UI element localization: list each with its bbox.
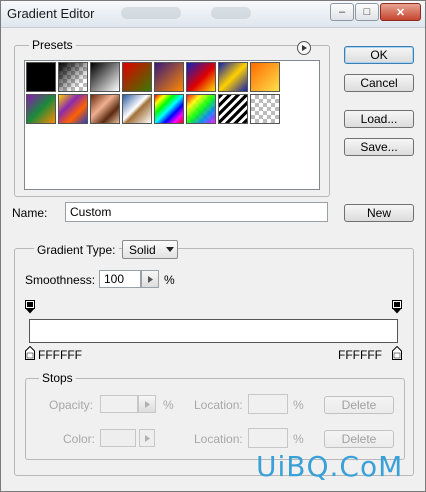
preset-swatch-black[interactable]: [26, 62, 56, 92]
minimize-button[interactable]: –: [330, 3, 354, 21]
minimize-icon: –: [338, 6, 346, 18]
color-stop-right[interactable]: [392, 346, 402, 360]
opacity-stop-right[interactable]: [392, 300, 402, 314]
color-stop-swatch[interactable]: [100, 429, 136, 447]
ok-button[interactable]: OK: [344, 46, 414, 64]
maximize-button[interactable]: □: [355, 3, 379, 21]
title-blur-decoration: [211, 7, 251, 19]
color-location-input[interactable]: [248, 428, 288, 448]
gradient-preview-bar[interactable]: [29, 319, 398, 343]
save-button[interactable]: Save...: [344, 138, 414, 156]
close-icon: ✕: [395, 6, 406, 19]
delete-color-stop-button[interactable]: Delete: [324, 430, 394, 448]
color-label: Color:: [63, 432, 96, 446]
preset-swatch-chrome[interactable]: [122, 94, 152, 124]
color-stop-left[interactable]: [25, 346, 35, 360]
presets-label: Presets: [29, 38, 76, 52]
preset-swatch-copper[interactable]: [90, 94, 120, 124]
stops-label: Stops: [39, 371, 76, 385]
opacity-location-label: Location:: [194, 398, 243, 412]
opacity-stop-left[interactable]: [25, 300, 35, 314]
triangle-right-icon: [144, 400, 150, 408]
color-stop-right-hex: FFFFFF: [338, 348, 382, 362]
preset-swatch-spectrum[interactable]: [154, 94, 184, 124]
smoothness-input[interactable]: [99, 270, 141, 288]
smoothness-unit: %: [164, 273, 175, 287]
title-bar[interactable]: Gradient Editor – □ ✕: [1, 1, 425, 28]
triangle-right-icon: [147, 275, 153, 283]
presets-menu-button[interactable]: [297, 41, 311, 55]
maximize-icon: □: [363, 6, 371, 18]
smoothness-label: Smoothness:: [25, 273, 96, 287]
gradient-editor-window: Gradient Editor – □ ✕ Presets OK Cancel …: [0, 0, 426, 492]
delete-opacity-stop-button[interactable]: Delete: [324, 396, 394, 414]
preset-swatch-panel[interactable]: [24, 60, 320, 190]
preset-swatch-blue-yellow-blue[interactable]: [218, 62, 248, 92]
cancel-button[interactable]: Cancel: [344, 74, 414, 92]
preset-swatch-violet-orange[interactable]: [154, 62, 184, 92]
close-button[interactable]: ✕: [380, 3, 421, 21]
opacity-unit: %: [163, 398, 174, 412]
color-stop-left-hex: FFFFFF: [38, 348, 82, 362]
chevron-down-icon: [166, 247, 174, 252]
opacity-input[interactable]: [100, 395, 138, 413]
load-button[interactable]: Load...: [344, 110, 414, 128]
gradient-type-label: Gradient Type:: [34, 243, 119, 257]
preset-swatch-black-white[interactable]: [90, 62, 120, 92]
preset-swatch-transparent-checker[interactable]: [58, 62, 88, 92]
title-blur-decoration: [121, 7, 181, 19]
color-location-label: Location:: [194, 432, 243, 446]
preset-swatch-orange-yellow[interactable]: [250, 62, 280, 92]
play-circle-icon: [302, 45, 307, 51]
preset-swatch-neutral-checker[interactable]: [250, 94, 280, 124]
preset-swatch-transparent-rainbow[interactable]: [186, 94, 216, 124]
preset-swatch-red-green[interactable]: [122, 62, 152, 92]
preset-swatch-transparent-stripes[interactable]: [218, 94, 248, 124]
color-location-unit: %: [293, 432, 304, 446]
watermark-text: UiBQ.CoM: [256, 450, 404, 483]
preset-swatch-blue-red-yellow[interactable]: [186, 62, 216, 92]
triangle-right-icon: [144, 434, 150, 442]
gradient-type-dropdown[interactable]: Solid: [122, 240, 178, 259]
opacity-stepper-button[interactable]: [138, 395, 156, 413]
opacity-location-input[interactable]: [248, 394, 288, 414]
window-title: Gradient Editor: [7, 6, 95, 21]
smoothness-stepper-button[interactable]: [141, 270, 159, 288]
name-label: Name:: [12, 206, 48, 220]
name-input[interactable]: [65, 202, 328, 222]
gradient-type-value: Solid: [129, 243, 156, 257]
new-button[interactable]: New: [344, 204, 414, 222]
preset-swatch-yellow-violet-orange-blue[interactable]: [58, 94, 88, 124]
color-stop-menu-button[interactable]: [139, 429, 155, 447]
opacity-location-unit: %: [293, 398, 304, 412]
preset-swatch-violet-green-orange[interactable]: [26, 94, 56, 124]
opacity-label: Opacity:: [49, 398, 94, 412]
